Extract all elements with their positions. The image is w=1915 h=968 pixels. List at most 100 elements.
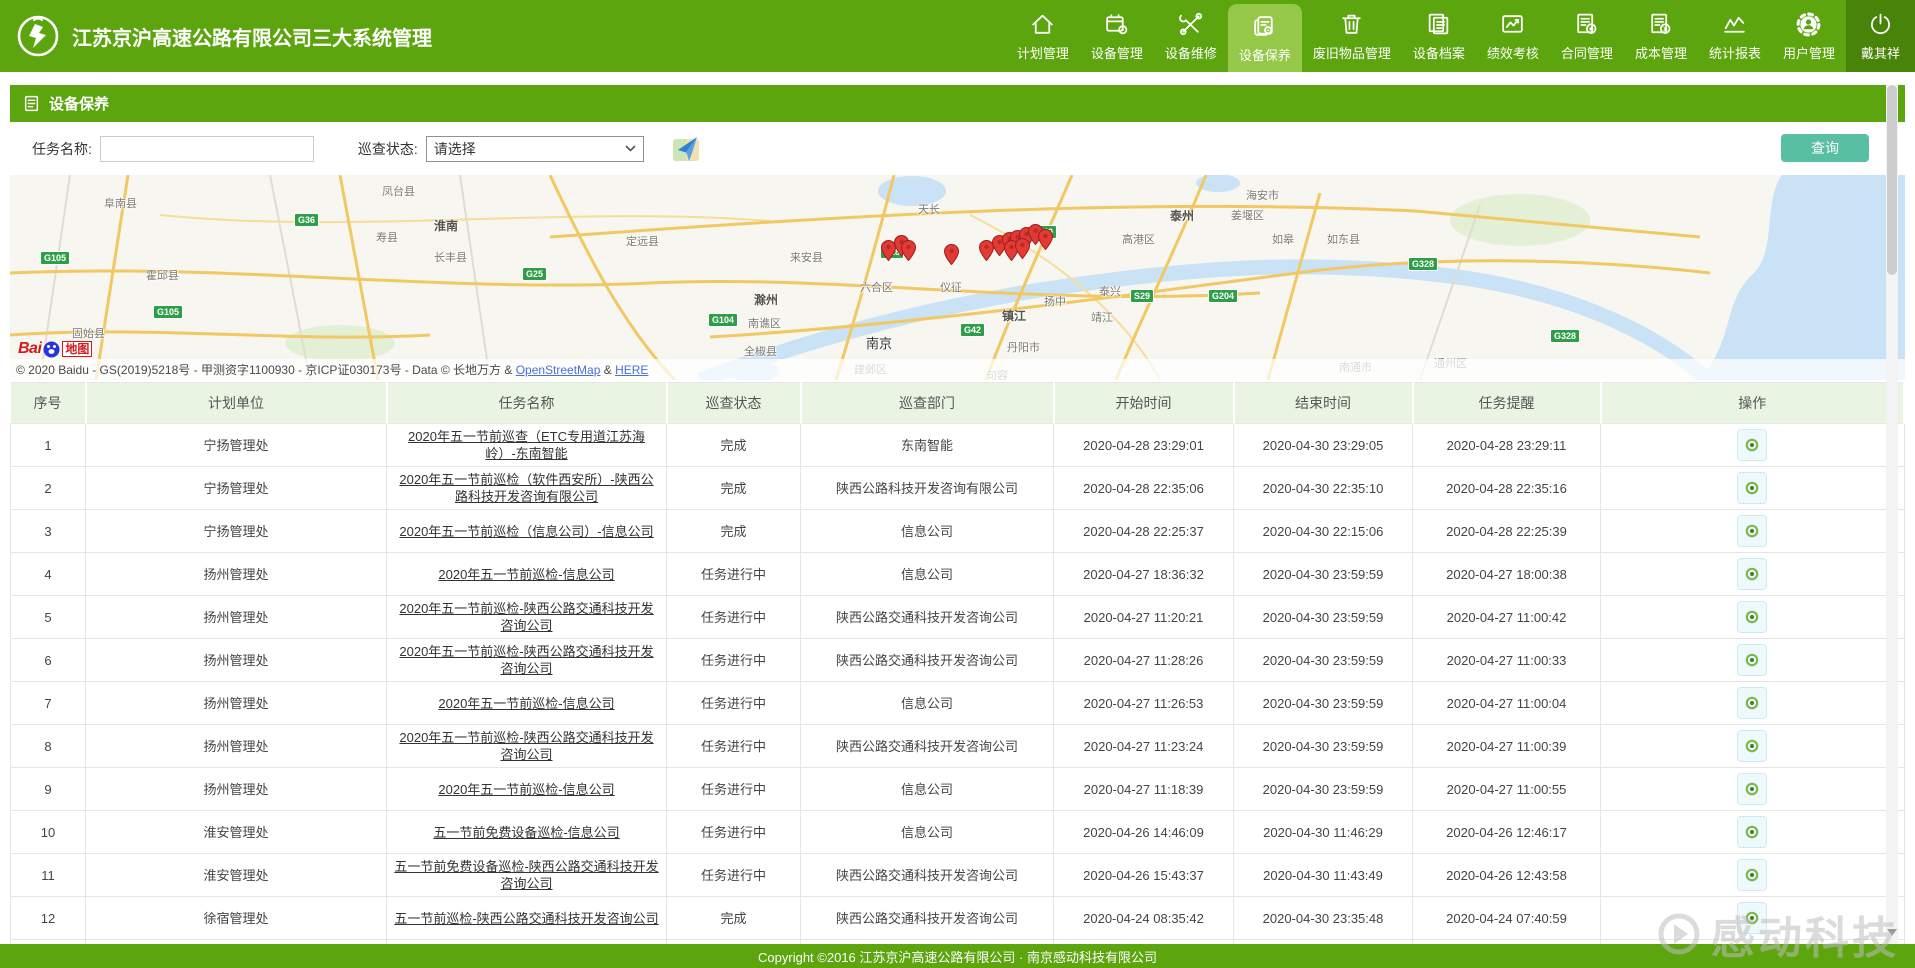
end-time: 2020-04-30 11:43:49 <box>1234 854 1413 897</box>
task-name-link[interactable]: 2020年五一节前巡检-信息公司 <box>438 782 614 797</box>
nav-item-user-manage[interactable]: 用户管理 <box>1772 0 1846 72</box>
view-button[interactable] <box>1737 773 1767 805</box>
baidu-map[interactable]: 阜南县凤台县淮南寿县长丰县霍邱县固始县定远县来安县滁州南谯区全椒县天长六合区仪征… <box>10 175 1905 380</box>
inspect-status-select[interactable]: 请选择 <box>426 136 644 162</box>
inspect-status: 任务进行中 <box>667 553 801 596</box>
view-button[interactable] <box>1737 859 1767 891</box>
nav-item-label: 计划管理 <box>1017 43 1069 62</box>
map-marker-icon[interactable] <box>1038 229 1053 250</box>
task-name-cell: 五一节前免费设备巡检-信息公司 <box>387 811 667 854</box>
nav-item-report[interactable]: 统计报表 <box>1698 0 1772 72</box>
task-name-link[interactable]: 2020年五一节前巡检-陕西公路交通科技开发咨询公司 <box>399 601 653 633</box>
map-place-label: 定远县 <box>626 233 659 249</box>
road-badge: G104 <box>708 313 738 327</box>
scrollbar-down-arrow[interactable] <box>1887 929 1897 936</box>
map-marker-icon[interactable] <box>901 240 916 261</box>
map-marker-icon[interactable] <box>944 244 959 265</box>
map-place-label: 高港区 <box>1122 231 1155 247</box>
end-time: 2020-04-30 23:59:59 <box>1234 768 1413 811</box>
device-repair-icon <box>1177 11 1204 38</box>
device-manage-icon <box>1103 11 1130 38</box>
view-button[interactable] <box>1737 601 1767 633</box>
nav-item-cost[interactable]: ¥成本管理 <box>1624 0 1698 72</box>
task-name-link[interactable]: 五一节前免费设备巡检-陕西公路交通科技开发咨询公司 <box>394 859 658 891</box>
task-name-link[interactable]: 2020年五一节前巡查（ETC专用道江苏海岭）-东南智能 <box>408 429 645 461</box>
vertical-scrollbar[interactable] <box>1886 85 1898 944</box>
actions-cell <box>1601 639 1905 682</box>
task-remind-time: 2020-04-27 11:00:33 <box>1413 639 1601 682</box>
view-button[interactable] <box>1737 816 1767 848</box>
task-name-link[interactable]: 2020年五一节前巡检-信息公司 <box>438 696 614 711</box>
plan-unit: 扬州管理处 <box>86 682 387 725</box>
eye-icon <box>1744 523 1760 539</box>
nav-item-power[interactable]: 戴其祥 <box>1846 0 1915 72</box>
view-button[interactable] <box>1737 902 1767 934</box>
start-time: 2020-04-24 08:35:42 <box>1054 897 1234 940</box>
inspect-status: 完成 <box>667 897 801 940</box>
row-index: 2 <box>11 467 86 510</box>
inspect-status: 任务进行中 <box>667 854 801 897</box>
task-name-input[interactable] <box>100 136 314 162</box>
inspect-status-value: 请选择 <box>434 139 476 159</box>
contract-icon <box>1573 11 1600 38</box>
road-badge: G328 <box>1550 329 1580 343</box>
inspect-dept: 信息公司 <box>801 811 1054 854</box>
start-time: 2020-04-28 22:25:37 <box>1054 510 1234 553</box>
view-button[interactable] <box>1737 730 1767 762</box>
actions-cell <box>1601 596 1905 639</box>
map-place-label: 来安县 <box>790 249 823 265</box>
nav-item-device-repair[interactable]: 设备维修 <box>1154 0 1228 72</box>
plan-unit: 宁扬管理处 <box>86 424 387 467</box>
task-name-cell: 2020年五一节前巡检-陕西公路交通科技开发咨询公司 <box>387 725 667 768</box>
device-archive-icon <box>1425 11 1452 38</box>
start-time: 2020-04-27 11:26:53 <box>1054 682 1234 725</box>
view-button[interactable] <box>1737 644 1767 676</box>
task-name-link[interactable]: 2020年五一节前巡检-陕西公路交通科技开发咨询公司 <box>399 730 653 762</box>
map-place-label: 扬中 <box>1044 293 1066 309</box>
map-locate-icon[interactable] <box>670 134 702 164</box>
task-name-cell: 2020年五一节前巡检-陕西公路交通科技开发咨询公司 <box>387 639 667 682</box>
table-row: 12徐宿管理处五一节前巡检-陕西公路交通科技开发咨询公司完成陕西公路交通科技开发… <box>11 897 1905 940</box>
user-manage-icon <box>1795 11 1822 38</box>
road-badge: G105 <box>40 251 70 265</box>
eye-icon <box>1744 480 1760 496</box>
nav-item-device-manage[interactable]: 设备管理 <box>1080 0 1154 72</box>
map-place-label: 如皋 <box>1272 231 1294 247</box>
osm-link[interactable]: OpenStreetMap <box>516 363 601 377</box>
map-marker-icon[interactable] <box>1015 238 1030 259</box>
map-place-label: 天长 <box>918 201 940 217</box>
task-remind-time: 2020-04-27 18:00:38 <box>1413 553 1601 596</box>
search-button[interactable]: 查询 <box>1781 134 1869 162</box>
nav-item-label: 设备档案 <box>1413 43 1465 62</box>
view-button[interactable] <box>1737 558 1767 590</box>
view-button[interactable] <box>1737 687 1767 719</box>
nav-item-waste-manage[interactable]: 废旧物品管理 <box>1302 0 1402 72</box>
task-name-link[interactable]: 2020年五一节前巡检-信息公司 <box>438 567 614 582</box>
inspect-dept: 陕西公路交通科技开发咨询公司 <box>801 897 1054 940</box>
eye-icon <box>1744 652 1760 668</box>
actions-cell <box>1601 682 1905 725</box>
task-name-link[interactable]: 五一节前免费设备巡检-信息公司 <box>433 825 619 840</box>
task-remind-time: 2020-04-27 11:00:55 <box>1413 768 1601 811</box>
map-place-label: 如东县 <box>1327 231 1360 247</box>
view-button[interactable] <box>1737 515 1767 547</box>
nav-item-contract[interactable]: 合同管理 <box>1550 0 1624 72</box>
nav-item-performance[interactable]: 绩效考核 <box>1476 0 1550 72</box>
nav-item-plan-home[interactable]: 计划管理 <box>1006 0 1080 72</box>
nav-item-device-maintain[interactable]: 设备保养 <box>1228 4 1302 72</box>
here-link[interactable]: HERE <box>615 363 648 377</box>
eye-icon <box>1744 738 1760 754</box>
view-button[interactable] <box>1737 429 1767 461</box>
row-index: 9 <box>11 768 86 811</box>
scrollbar-thumb[interactable] <box>1887 85 1897 275</box>
eye-icon <box>1744 437 1760 453</box>
task-name-link[interactable]: 2020年五一节前巡检（信息公司）-信息公司 <box>399 524 653 539</box>
task-name-cell: 2020年五一节前巡检（信息公司）-信息公司 <box>387 510 667 553</box>
task-name-link[interactable]: 五一节前巡检-陕西公路交通科技开发咨询公司 <box>394 911 658 926</box>
nav-item-device-archive[interactable]: 设备档案 <box>1402 0 1476 72</box>
task-name-link[interactable]: 2020年五一节前巡检-陕西公路交通科技开发咨询公司 <box>399 644 653 676</box>
view-button[interactable] <box>1737 472 1767 504</box>
map-place-label: 凤台县 <box>382 183 415 199</box>
map-place-label: 南谯区 <box>748 315 781 331</box>
task-name-link[interactable]: 2020年五一节前巡检（软件西安所）-陕西公路科技开发咨询有限公司 <box>399 472 653 504</box>
